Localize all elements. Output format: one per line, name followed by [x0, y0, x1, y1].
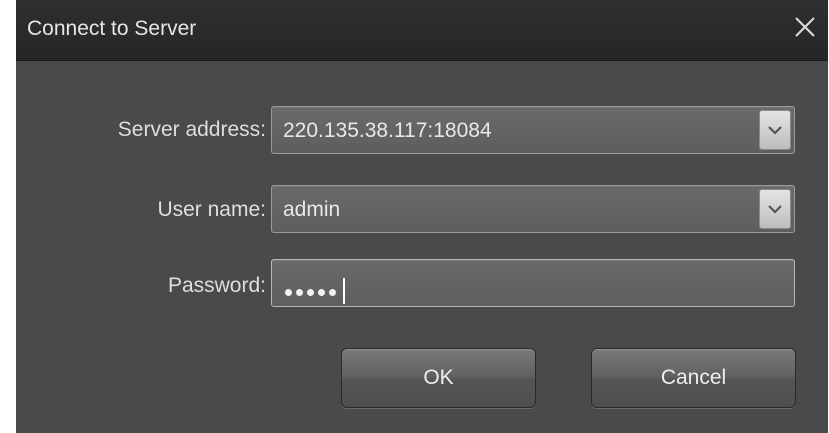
password-mask	[285, 278, 345, 304]
chevron-down-icon	[768, 205, 782, 214]
server-address-label: Server address:	[117, 118, 266, 141]
title-bar: Connect to Server	[16, 0, 828, 61]
server-address-value: 220.135.38.117:18084	[283, 119, 492, 142]
user-name-dropdown-button[interactable]	[759, 189, 791, 229]
close-button[interactable]	[790, 12, 820, 42]
chevron-down-icon	[768, 126, 782, 135]
user-name-combobox[interactable]: admin	[271, 185, 795, 233]
password-dot	[296, 288, 303, 296]
password-dot	[285, 288, 292, 296]
password-label: Password:	[167, 274, 266, 297]
server-address-combobox[interactable]: 220.135.38.117:18084	[271, 106, 795, 154]
ok-button[interactable]: OK	[341, 348, 536, 408]
password-dot	[329, 288, 336, 296]
close-icon	[795, 17, 815, 37]
cancel-button[interactable]: Cancel	[591, 348, 796, 408]
server-address-dropdown-button[interactable]	[759, 110, 791, 150]
password-field[interactable]	[271, 259, 795, 307]
text-caret	[343, 278, 345, 304]
user-name-value: admin	[283, 198, 341, 221]
dialog-title: Connect to Server	[27, 17, 197, 40]
dialog-body: Server address: 220.135.38.117:18084 Use…	[16, 61, 828, 433]
connect-dialog: Connect to Server Server address: 220.13…	[16, 0, 828, 433]
user-name-label: User name:	[157, 198, 266, 221]
password-dot	[307, 288, 314, 296]
password-dot	[318, 288, 325, 296]
